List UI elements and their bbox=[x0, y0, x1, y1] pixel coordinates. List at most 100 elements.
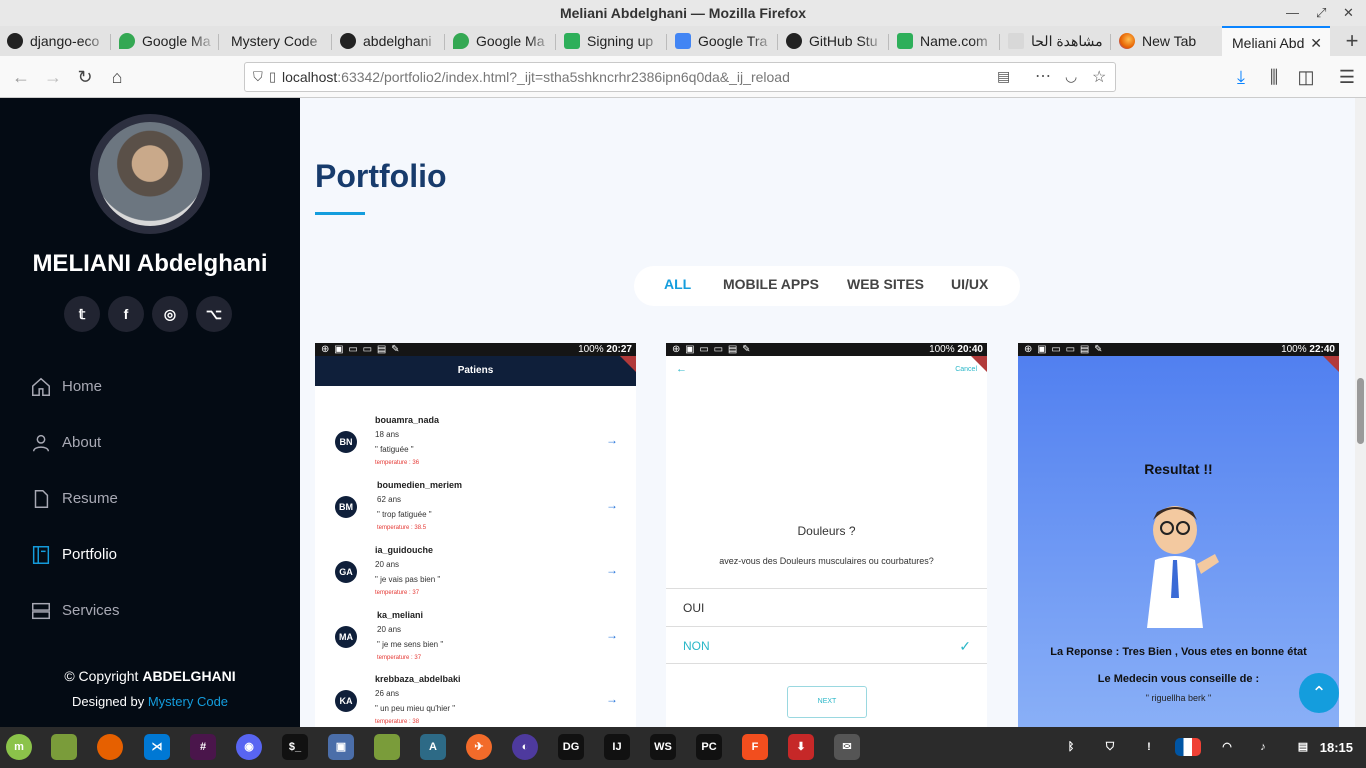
browser-tab[interactable]: Mystery Code bbox=[220, 26, 330, 56]
result-quote: " riguellha berk " bbox=[1145, 693, 1212, 703]
forward-icon[interactable]: → bbox=[40, 64, 66, 90]
github-icon[interactable]: ⌥ bbox=[196, 296, 232, 332]
update-manager-icon[interactable]: ! bbox=[1136, 734, 1162, 760]
shield-icon[interactable]: ⛉ bbox=[1097, 734, 1123, 760]
scrollbar-thumb[interactable] bbox=[1357, 378, 1364, 444]
nav-services[interactable]: Services bbox=[30, 596, 270, 626]
avatar: GA bbox=[335, 561, 357, 583]
keyboard-layout-icon[interactable] bbox=[1175, 738, 1201, 756]
minimize-icon[interactable]: — bbox=[1286, 0, 1299, 26]
nav-resume[interactable]: Resume bbox=[30, 484, 270, 514]
url-text[interactable]: localhost:63342/portfolio2/index.html?_i… bbox=[282, 69, 790, 85]
browser-tab[interactable]: Google Ma bbox=[112, 26, 217, 56]
url-bar[interactable]: ⛉ ▯ localhost:63342/portfolio2/index.htm… bbox=[244, 62, 1116, 92]
portfolio-item[interactable]: ⊕ ▣ ▭ ▭ ▤ ✎ 100% 20:27 Patiens BN bouamr… bbox=[315, 343, 636, 727]
downloads-icon[interactable]: ⤓ bbox=[1228, 64, 1254, 90]
list-item: GA ia_guidouche 20 ans " je vais pas bie… bbox=[315, 545, 636, 609]
pocket-icon[interactable]: ◡ bbox=[1065, 68, 1077, 85]
close-window-icon[interactable]: ✕ bbox=[1343, 0, 1354, 26]
discord-icon[interactable]: ◉ bbox=[236, 734, 262, 760]
downloader-icon[interactable]: ⬇ bbox=[788, 734, 814, 760]
browser-tab[interactable]: GitHub Stu bbox=[779, 26, 887, 56]
datagrip-icon[interactable]: DG bbox=[558, 734, 584, 760]
maps-icon bbox=[119, 33, 135, 49]
question-title: Douleurs ? bbox=[797, 524, 856, 538]
arrow-right-icon: → bbox=[606, 692, 618, 706]
pycharm-icon[interactable]: PC bbox=[696, 734, 722, 760]
clipboard-icon[interactable]: ▤ bbox=[1290, 734, 1316, 760]
postman-icon[interactable]: ✈ bbox=[466, 734, 492, 760]
eclipse-icon[interactable]: ◐ bbox=[512, 734, 538, 760]
tab-bar: django-eco Google Ma Mystery Code abdelg… bbox=[0, 26, 1366, 56]
clock[interactable]: 18:15 bbox=[1320, 740, 1353, 755]
nav-about[interactable]: About bbox=[30, 428, 270, 458]
show-desktop-icon[interactable] bbox=[51, 734, 77, 760]
designer-link[interactable]: Mystery Code bbox=[148, 694, 228, 709]
reader-view-icon[interactable]: ▤ bbox=[997, 68, 1010, 85]
filter-ui-ux[interactable]: UI/UX bbox=[951, 276, 988, 292]
result-response: La Reponse : Tres Bien , Vous etes en bo… bbox=[1050, 646, 1307, 658]
home-icon[interactable]: ⌂ bbox=[104, 64, 130, 90]
files-icon[interactable] bbox=[374, 734, 400, 760]
browser-tab[interactable]: abdelghani bbox=[333, 26, 443, 56]
page-actions-icon[interactable]: ⋯ bbox=[1035, 66, 1051, 86]
browser-tab-active[interactable]: Meliani Abd ✕ bbox=[1222, 26, 1330, 56]
bluetooth-icon[interactable]: ᛒ bbox=[1058, 734, 1084, 760]
restore-icon[interactable]: ⤢ bbox=[1316, 0, 1326, 26]
arrow-right-icon: → bbox=[606, 563, 618, 577]
avatar bbox=[90, 114, 210, 234]
filter-all[interactable]: ALL bbox=[664, 276, 691, 292]
library-icon[interactable]: ⫼ bbox=[1261, 64, 1287, 90]
browser-tab[interactable]: Name.com bbox=[890, 26, 998, 56]
firefox-icon[interactable] bbox=[97, 734, 123, 760]
browser-tab[interactable]: New Tab bbox=[1112, 26, 1220, 56]
list-item: MA ka_meliani 20 ans " je me sens bien "… bbox=[315, 610, 636, 674]
webstorm-icon[interactable]: WS bbox=[650, 734, 676, 760]
mint-menu-icon[interactable]: m bbox=[6, 734, 32, 760]
slack-icon[interactable]: # bbox=[190, 734, 216, 760]
check-icon: ✓ bbox=[959, 638, 971, 654]
instagram-icon[interactable]: ◎ bbox=[152, 296, 188, 332]
volume-icon[interactable]: ♪ bbox=[1250, 734, 1276, 760]
android-studio-icon[interactable]: A bbox=[420, 734, 446, 760]
menu-icon[interactable]: ☰ bbox=[1334, 64, 1360, 90]
avatar: MA bbox=[335, 626, 357, 648]
terminal-icon[interactable]: $_ bbox=[282, 734, 308, 760]
nav-portfolio[interactable]: Portfolio bbox=[30, 540, 270, 570]
arrow-right-icon: → bbox=[606, 498, 618, 512]
filter-mobile-apps[interactable]: MOBILE APPS bbox=[723, 276, 819, 292]
page-scrollbar[interactable] bbox=[1355, 98, 1366, 727]
browser-tab[interactable]: Signing up bbox=[557, 26, 665, 56]
browser-tab[interactable]: django-eco bbox=[0, 26, 110, 56]
vscode-icon[interactable]: ⋊ bbox=[144, 734, 170, 760]
window-titlebar: Meliani Abdelghani — Mozilla Firefox — ⤢… bbox=[0, 0, 1366, 26]
github-icon bbox=[7, 33, 23, 49]
figma-icon[interactable]: F bbox=[742, 734, 768, 760]
app-icon[interactable]: ✉ bbox=[834, 734, 860, 760]
nav-home[interactable]: Home bbox=[30, 372, 270, 402]
browser-tab[interactable]: Google Tra bbox=[668, 26, 776, 56]
facebook-icon[interactable]: f bbox=[108, 296, 144, 332]
arrow-right-icon: → bbox=[606, 628, 618, 642]
avatar: BM bbox=[335, 496, 357, 518]
page-info-icon[interactable]: ▯ bbox=[269, 69, 276, 85]
wifi-icon[interactable]: ◠ bbox=[1214, 734, 1240, 760]
twitter-icon[interactable]: 𝕥 bbox=[64, 296, 100, 332]
back-to-top-button[interactable]: ⌃ bbox=[1299, 673, 1339, 713]
close-tab-icon[interactable]: ✕ bbox=[1310, 28, 1322, 56]
github-icon bbox=[786, 33, 802, 49]
tab-label: Meliani Abd bbox=[1232, 35, 1305, 51]
screenshot-icon[interactable]: ▣ bbox=[328, 734, 354, 760]
back-icon[interactable]: ← bbox=[8, 64, 34, 90]
bookmark-star-icon[interactable]: ☆ bbox=[1092, 67, 1106, 87]
new-tab-icon[interactable]: + bbox=[1339, 28, 1365, 54]
browser-tab[interactable]: مشاهدة الحا bbox=[1001, 26, 1109, 56]
filter-web-sites[interactable]: WEB SITES bbox=[847, 276, 924, 292]
shield-icon[interactable]: ⛉ bbox=[253, 69, 263, 85]
sidebar-toggle-icon[interactable]: ◫ bbox=[1293, 64, 1319, 90]
portfolio-item[interactable]: ⊕ ▣ ▭ ▭ ▤ ✎ 100% 22:40 Resultat !! La Re… bbox=[1018, 343, 1339, 727]
intellij-icon[interactable]: IJ bbox=[604, 734, 630, 760]
portfolio-item[interactable]: ⊕ ▣ ▭ ▭ ▤ ✎ 100% 20:40 ← Cancel Douleurs… bbox=[666, 343, 987, 727]
reload-icon[interactable]: ↻ bbox=[72, 64, 98, 90]
browser-tab[interactable]: Google Ma bbox=[446, 26, 554, 56]
